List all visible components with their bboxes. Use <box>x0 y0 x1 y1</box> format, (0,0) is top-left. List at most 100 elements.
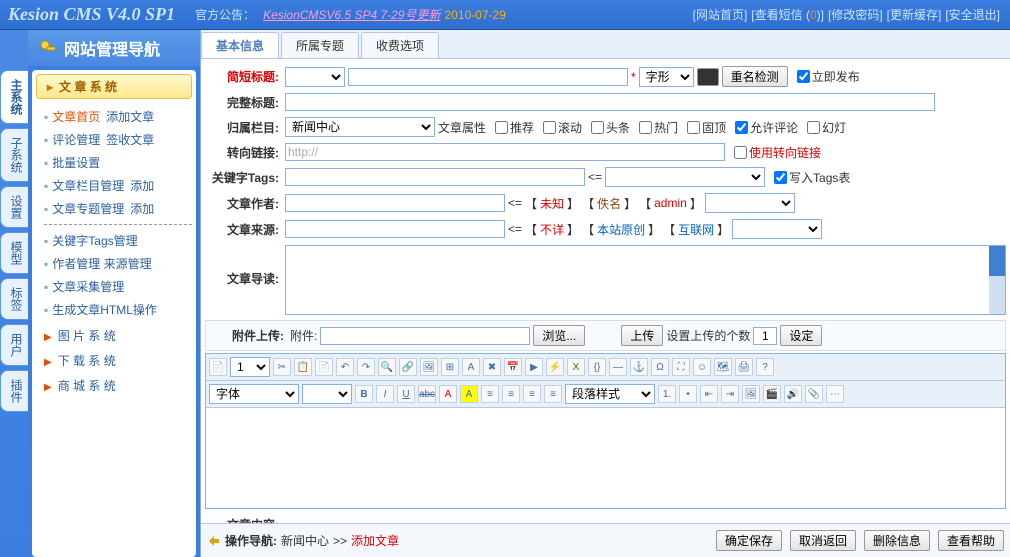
tab-special[interactable]: 所属专题 <box>281 32 359 58</box>
more-icon[interactable]: ⋯ <box>826 385 844 403</box>
media-icon[interactable]: ▶ <box>525 358 543 376</box>
top-cache-link[interactable]: [更新缓存] <box>887 6 942 23</box>
nav-item[interactable]: 批量设置 <box>44 151 192 174</box>
table-icon[interactable]: ⊞ <box>441 358 459 376</box>
print-icon[interactable]: 🖨 <box>735 358 753 376</box>
attr-top-cb[interactable] <box>687 121 700 134</box>
cut-icon[interactable]: ✂ <box>273 358 291 376</box>
forecolor-icon[interactable]: A <box>439 385 457 403</box>
align-left-icon[interactable]: ≡ <box>481 385 499 403</box>
column-select[interactable]: 新闻中心 <box>285 117 435 137</box>
full-title-input[interactable] <box>285 93 935 111</box>
bold-icon[interactable]: B <box>355 385 373 403</box>
attr-scroll-cb[interactable] <box>543 121 556 134</box>
indent-icon[interactable]: ⇥ <box>721 385 739 403</box>
vtab-user[interactable]: 用户 <box>0 324 28 366</box>
nav-item[interactable]: 作者管理 来源管理 <box>44 252 192 275</box>
nav-item[interactable]: 文章采集管理 <box>44 275 192 298</box>
write-tags-cb[interactable] <box>774 171 787 184</box>
rename-check-btn[interactable]: 重名检测 <box>722 66 788 87</box>
image-icon[interactable]: 🖼 <box>420 358 438 376</box>
copy-icon[interactable]: 📋 <box>294 358 312 376</box>
flash-icon[interactable]: ⚡ <box>546 358 564 376</box>
align-center-icon[interactable]: ≡ <box>502 385 520 403</box>
notice-link[interactable]: KesionCMSV6.5 SP4 7-29号更新 <box>263 6 440 23</box>
tags-select[interactable] <box>605 167 765 187</box>
underline-icon[interactable]: U <box>397 385 415 403</box>
browse-btn[interactable]: 浏览... <box>533 325 585 346</box>
symbol-icon[interactable]: Ω <box>651 358 669 376</box>
author-input[interactable] <box>285 194 505 212</box>
author-unknown-link[interactable]: 未知 <box>540 195 564 212</box>
nav-sys-image[interactable]: 图 片 系 统 <box>36 323 192 348</box>
nav-item[interactable]: 评论管理签收文章 <box>44 128 192 151</box>
vtab-tag[interactable]: 标签 <box>0 278 28 320</box>
nav-item[interactable]: 生成文章HTML操作 <box>44 298 192 321</box>
attr-hot-cb[interactable] <box>639 121 652 134</box>
nav-item[interactable]: 文章首页添加文章 <box>44 105 192 128</box>
vtab-plugin[interactable]: 插件 <box>0 370 28 412</box>
color-picker-btn[interactable] <box>697 68 719 86</box>
excel-icon[interactable]: X <box>567 358 585 376</box>
delete-btn[interactable]: 删除信息 <box>864 530 930 551</box>
save-btn[interactable]: 确定保存 <box>716 530 782 551</box>
author-admin-link[interactable]: admin <box>654 196 687 210</box>
nav-item[interactable]: 文章专题管理添加 <box>44 197 192 220</box>
redirect-input[interactable] <box>285 143 725 161</box>
tab-fee[interactable]: 收费选项 <box>361 32 439 58</box>
font-family-select[interactable]: 字体 <box>209 384 299 404</box>
editor-body[interactable] <box>206 408 1005 508</box>
slide-cb[interactable] <box>807 121 820 134</box>
attr-headline-cb[interactable] <box>591 121 604 134</box>
italic-icon[interactable]: I <box>376 385 394 403</box>
list-ul-icon[interactable]: • <box>679 385 697 403</box>
font-style-select[interactable]: 字形 <box>639 67 694 87</box>
anchor-icon[interactable]: ⚓ <box>630 358 648 376</box>
publish-now-cb[interactable] <box>797 70 810 83</box>
vtab-model[interactable]: 模型 <box>0 232 28 274</box>
nav-sys-download[interactable]: 下 载 系 统 <box>36 348 192 373</box>
attach-icon[interactable]: 📎 <box>805 385 823 403</box>
redo-icon[interactable]: ↷ <box>357 358 375 376</box>
author-anon-link[interactable]: 佚名 <box>597 195 621 212</box>
nav-item[interactable]: 文章栏目管理添加 <box>44 174 192 197</box>
list-ol-icon[interactable]: 1. <box>658 385 676 403</box>
top-msg-link[interactable]: [查看短信 (0)] <box>751 6 824 23</box>
source-internet-link[interactable]: 互联网 <box>678 221 714 238</box>
intro-textarea[interactable] <box>285 245 1006 315</box>
code-icon[interactable]: {} <box>588 358 606 376</box>
zoom-select[interactable]: 1 <box>230 357 270 377</box>
link-icon[interactable]: 🔗 <box>399 358 417 376</box>
map-icon[interactable]: 🗺 <box>714 358 732 376</box>
undo-icon[interactable]: ↶ <box>336 358 354 376</box>
backcolor-icon[interactable]: A <box>460 385 478 403</box>
find-icon[interactable]: 🔍 <box>378 358 396 376</box>
tab-basic[interactable]: 基本信息 <box>201 32 279 58</box>
scrollbar[interactable] <box>989 246 1005 314</box>
allow-comment-cb[interactable] <box>735 121 748 134</box>
help-btn[interactable]: 查看帮助 <box>938 530 1004 551</box>
vtab-settings[interactable]: 设置 <box>0 186 28 228</box>
use-redirect-cb[interactable] <box>734 146 747 159</box>
top-pwd-link[interactable]: [修改密码] <box>828 6 883 23</box>
align-right-icon[interactable]: ≡ <box>523 385 541 403</box>
vtab-sub[interactable]: 子系统 <box>0 128 28 182</box>
img2-icon[interactable]: 🖼 <box>742 385 760 403</box>
audio-icon[interactable]: 🔊 <box>784 385 802 403</box>
strike-icon[interactable]: abc <box>418 385 436 403</box>
emoji-icon[interactable]: ☺ <box>693 358 711 376</box>
fullscreen-icon[interactable]: ⛶ <box>672 358 690 376</box>
nav-item[interactable]: 关键字Tags管理 <box>44 229 192 252</box>
short-title-input[interactable] <box>348 68 628 86</box>
font-size-select[interactable] <box>302 384 352 404</box>
cancel-btn[interactable]: 取消返回 <box>790 530 856 551</box>
align-justify-icon[interactable]: ≡ <box>544 385 562 403</box>
attr-recommend-cb[interactable] <box>495 121 508 134</box>
new-icon[interactable]: 📄 <box>209 358 227 376</box>
set-btn[interactable]: 设定 <box>780 325 822 346</box>
source-original-link[interactable]: 本站原创 <box>597 221 645 238</box>
top-exit-link[interactable]: [安全退出] <box>945 6 1000 23</box>
font-icon[interactable]: A <box>462 358 480 376</box>
paste-icon[interactable]: 📄 <box>315 358 333 376</box>
source-input[interactable] <box>285 220 505 238</box>
